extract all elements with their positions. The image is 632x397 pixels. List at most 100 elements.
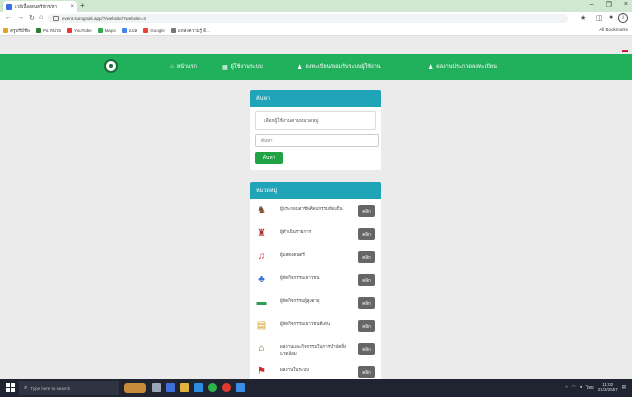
category-panel-header: หมวดหมู่ (250, 182, 381, 199)
category-item: ♞ ผู้ประกอบอาชีพศิลปกรรมท้องถิ่น คลิก (250, 199, 381, 222)
url-field[interactable]: event.surognak.app/?/website/?website=3 (48, 14, 568, 23)
google-icon (143, 27, 149, 33)
category-item: ▬ ผู้จัดกิจกรรมผู้สูงอายุ คลิก (250, 291, 381, 314)
category-click-button[interactable]: คลิก (358, 297, 375, 309)
clock[interactable]: 11:02 21/3/2567 (598, 382, 618, 392)
address-bar-row: ← → ↻ ⌂ event.surognak.app/?/website/?we… (0, 12, 632, 25)
bookmark-item[interactable]: YouTube (67, 27, 92, 33)
figure-icon: ♜ (257, 228, 266, 239)
maximize-icon[interactable]: ❐ (606, 1, 612, 9)
category-label: ผู้ดำเนินรายการ (280, 229, 312, 234)
house-icon: ⌂ (258, 343, 265, 354)
taskbar-search[interactable]: ⌕ Type here to search (19, 381, 119, 395)
extensions-icon[interactable]: ◫ (596, 14, 603, 22)
category-label: ผลงานและกิจกรรมในการบำบัดสิ่งแวดล้อม (280, 344, 347, 356)
opera-icon[interactable] (222, 383, 231, 392)
bookmark-item[interactable]: Maps (97, 27, 116, 33)
back-icon[interactable]: ← (5, 14, 12, 21)
browser-tabbar: ⌄ เวลีเบื้องดนตรีจักร/หา × + – ❐ × (0, 0, 632, 12)
profile-icon[interactable]: i (618, 13, 628, 23)
all-bookmarks[interactable]: All Bookmarks (599, 27, 628, 32)
dancer-icon: ♞ (257, 205, 266, 216)
new-tab-icon[interactable]: + (80, 1, 85, 10)
close-window-icon[interactable]: × (624, 1, 628, 9)
youtube-icon (67, 27, 72, 33)
home-icon: ⌂ (170, 64, 174, 70)
site-info-icon[interactable] (53, 16, 59, 21)
bookmark-item[interactable]: Google (143, 27, 165, 33)
app-icon[interactable] (236, 383, 245, 392)
reload-icon[interactable]: ↻ (29, 14, 35, 22)
downloads-icon[interactable]: ● (609, 14, 613, 21)
site-logo[interactable] (104, 59, 118, 73)
translate-icon (121, 27, 127, 33)
music-icon: ♫ (257, 251, 266, 262)
browser-tab[interactable]: เวลีเบื้องดนตรีจักร/หา × (3, 1, 77, 12)
category-item: ⚑ ผลงานในระบบ คลิก (250, 360, 381, 379)
home-icon[interactable]: ⌂ (39, 14, 43, 21)
nav-results[interactable]: ♟ ผลงานประกวดลงทะเบียน (428, 63, 497, 71)
notifications-icon[interactable]: ▤ (622, 384, 626, 390)
task-view-icon[interactable] (152, 383, 161, 392)
category-panel: หมวดหมู่ ♞ ผู้ประกอบอาชีพศิลปกรรมท้องถิ่น… (250, 182, 381, 379)
book-icon: ▤ (256, 320, 267, 331)
category-click-button[interactable]: คลิก (358, 205, 375, 217)
category-click-button[interactable]: คลิก (358, 251, 375, 263)
bookmark-icon (3, 27, 8, 33)
bookmark-star-icon[interactable]: ★ (580, 14, 586, 22)
page-content: ▬ ⌂ หน้าแรก ▦ ผู้ใช้งานระบบ ♟ ลงทะเบียน/ยอม… (0, 36, 632, 379)
bookmark-item[interactable]: แปล (121, 27, 137, 34)
category-item: ♜ ผู้ดำเนินรายการ คลิก (250, 222, 381, 245)
system-tray: ^ ◠ ◂ ไทย 11:02 21/3/2567 ▤ (566, 382, 627, 392)
bookmark-icon (36, 27, 42, 33)
category-click-button[interactable]: คลิก (358, 343, 375, 355)
category-click-button[interactable]: คลิก (358, 274, 375, 286)
bookmarks-bar: ครูฟรีมีชีพ Pa หน่วย YouTube Maps แปล Go… (0, 25, 632, 36)
category-item: ▤ ผู้จัดกิจกรรมเยาวชนดีเด่น คลิก (250, 314, 381, 337)
search-button[interactable]: ค้นหา (255, 152, 283, 164)
flag-icon: ⚑ (257, 366, 266, 377)
site-navbar: ⌂ หน้าแรก ▦ ผู้ใช้งานระบบ ♟ ลงทะเบียน/ยอมรั… (0, 54, 632, 80)
close-tab-icon[interactable]: × (70, 4, 74, 10)
language-indicator[interactable]: ไทย (586, 384, 594, 391)
file-explorer-icon[interactable] (180, 383, 189, 392)
tab-title: เวลีเบื้องดนตรีจักร/หา (15, 4, 57, 9)
volume-icon[interactable]: ◂ (580, 384, 582, 390)
category-item: ♫ ผู้แสดงดนตรี คลิก (250, 245, 381, 268)
bookmark-item[interactable]: ครูฟรีมีชีพ (3, 27, 30, 34)
network-icon[interactable]: ◠ (572, 384, 576, 390)
category-item: ♣ ผู้จัดกิจกรรมเยาวชน คลิก (250, 268, 381, 291)
category-click-button[interactable]: คลิก (358, 366, 375, 378)
search-input[interactable] (255, 134, 379, 147)
category-click-button[interactable]: คลิก (358, 228, 375, 240)
category-label: ผู้จัดกิจกรรมเยาวชนดีเด่น (280, 321, 330, 326)
user-icon: ♟ (297, 64, 303, 71)
building-icon: ▦ (222, 64, 228, 71)
minimize-icon[interactable]: – (590, 1, 594, 9)
search-note: เลือกผู้ใช้งานตามหมวดหมู่ (255, 111, 376, 130)
bookmark-icon (170, 27, 176, 33)
nav-home[interactable]: ⌂ หน้าแรก (170, 63, 197, 71)
user-icon: ♟ (428, 64, 434, 71)
taskbar: ⌕ Type here to search ^ ◠ ◂ ไทย 11:02 21… (0, 379, 632, 397)
chrome-icon[interactable] (208, 383, 217, 392)
category-label: ผู้จัดกิจกรรมเยาวชน (280, 275, 320, 280)
bookmark-item[interactable]: แหล่งความรู้ ดิ... (170, 27, 210, 34)
bookmark-item[interactable]: Pa หน่วย (36, 27, 61, 34)
search-icon: ⌕ (24, 384, 28, 391)
category-label: ผู้ประกอบอาชีพศิลปกรรมท้องถิ่น (280, 206, 343, 211)
windows-start-icon[interactable] (6, 383, 15, 392)
weather-widget-icon[interactable] (124, 383, 146, 393)
forward-icon[interactable]: → (17, 14, 24, 21)
tray-arrow-icon[interactable]: ^ (566, 385, 568, 390)
mail-icon[interactable] (166, 383, 175, 392)
store-icon[interactable] (194, 383, 203, 392)
nav-users[interactable]: ▦ ผู้ใช้งานระบบ (222, 63, 263, 71)
search-panel: ค้นหา เลือกผู้ใช้งานตามหมวดหมู่ ค้นหา (250, 90, 381, 170)
search-panel-header: ค้นหา (250, 90, 381, 107)
category-item: ⌂ ผลงานและกิจกรรมในการบำบัดสิ่งแวดล้อม คลิ… (250, 337, 381, 360)
tree-icon: ♣ (258, 274, 265, 285)
nav-register[interactable]: ♟ ลงทะเบียน/ยอมรับระบบผู้ใช้งาน (297, 63, 381, 71)
category-label: ผู้จัดกิจกรรมผู้สูงอายุ (280, 298, 320, 303)
category-click-button[interactable]: คลิก (358, 320, 375, 332)
